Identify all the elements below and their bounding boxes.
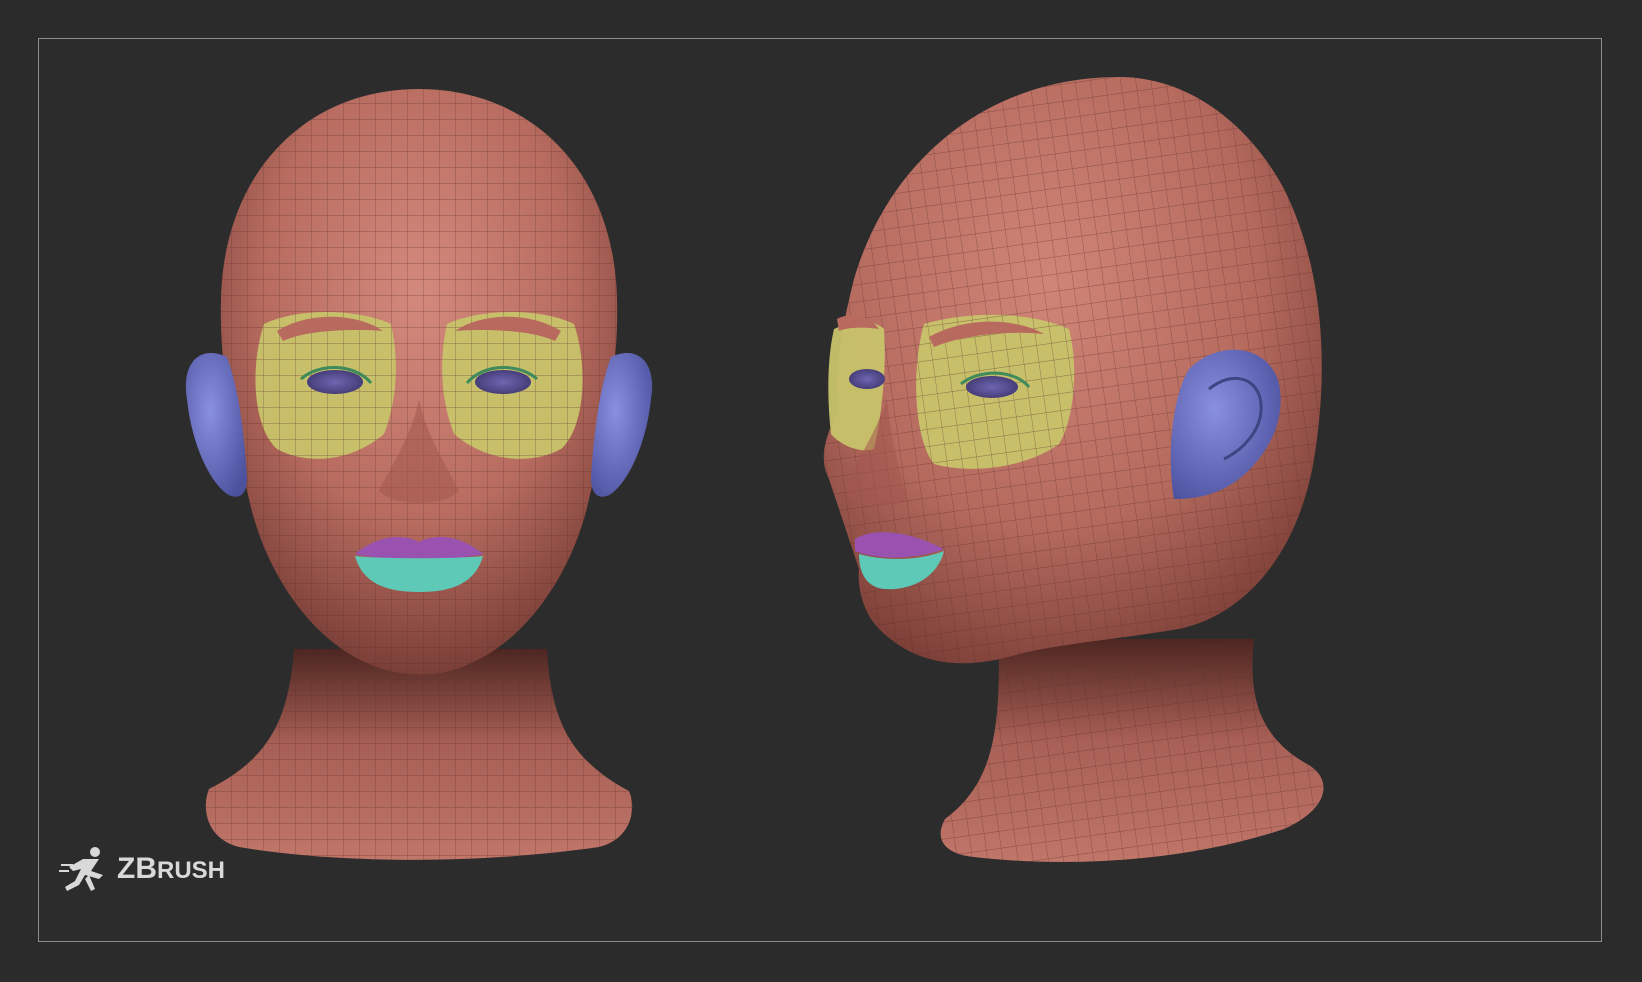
running-figure-icon: [59, 847, 103, 891]
render-canvas: [185, 77, 1324, 862]
front-right-eyeball: [475, 370, 531, 394]
front-left-eyeball: [307, 370, 363, 394]
zbrush-logo: ZBRUSH: [59, 845, 225, 893]
side-far-eyeball: [849, 369, 885, 389]
logo-text-big: ZB: [117, 852, 157, 885]
side-near-eyeball: [966, 376, 1018, 398]
logo-text-small: RUSH: [157, 857, 226, 884]
front-view: [185, 89, 653, 860]
render-viewport: ZBRUSH: [38, 38, 1602, 942]
three-quarter-view: [823, 77, 1324, 862]
